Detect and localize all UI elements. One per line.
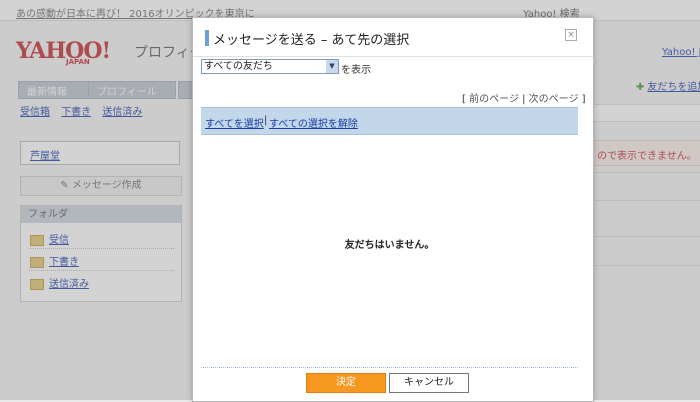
- selection-separator: |: [264, 115, 268, 126]
- pager-sep: |: [518, 94, 529, 105]
- deselect-all-link[interactable]: すべての選択を解除: [269, 115, 358, 130]
- empty-list-message: 友だちはいません。: [344, 240, 435, 251]
- filter-suffix-label: を表示: [341, 65, 371, 76]
- close-icon[interactable]: ×: [565, 29, 577, 41]
- confirm-button[interactable]: 決定: [306, 373, 386, 393]
- chevron-down-icon: ▼: [326, 60, 338, 73]
- dialog-title-bar: メッセージを送る – あて先の選択 ×: [193, 18, 593, 57]
- select-all-link[interactable]: すべてを選択: [205, 115, 264, 130]
- prev-page-link[interactable]: 前のページ: [469, 94, 519, 105]
- selection-bar: すべてを選択 | すべての選択を解除: [201, 107, 578, 135]
- friend-filter-value: すべての友だち: [204, 61, 273, 72]
- next-page-link[interactable]: 次のページ: [529, 94, 579, 105]
- title-accent-bar: [205, 30, 209, 46]
- friend-filter-select[interactable]: すべての友だち ▼: [201, 59, 339, 74]
- footer-divider: [201, 367, 578, 368]
- recipient-select-dialog: メッセージを送る – あて先の選択 × すべての友だち ▼ を表示 [ 前のペー…: [192, 17, 594, 402]
- cancel-button[interactable]: キャンセル: [389, 373, 469, 393]
- pager: [ 前のページ | 次のページ ]: [462, 90, 586, 105]
- dialog-title: メッセージを送る – あて先の選択: [213, 33, 410, 48]
- pager-close: ]: [578, 94, 586, 105]
- friend-list: 友だちはいません。: [201, 135, 578, 365]
